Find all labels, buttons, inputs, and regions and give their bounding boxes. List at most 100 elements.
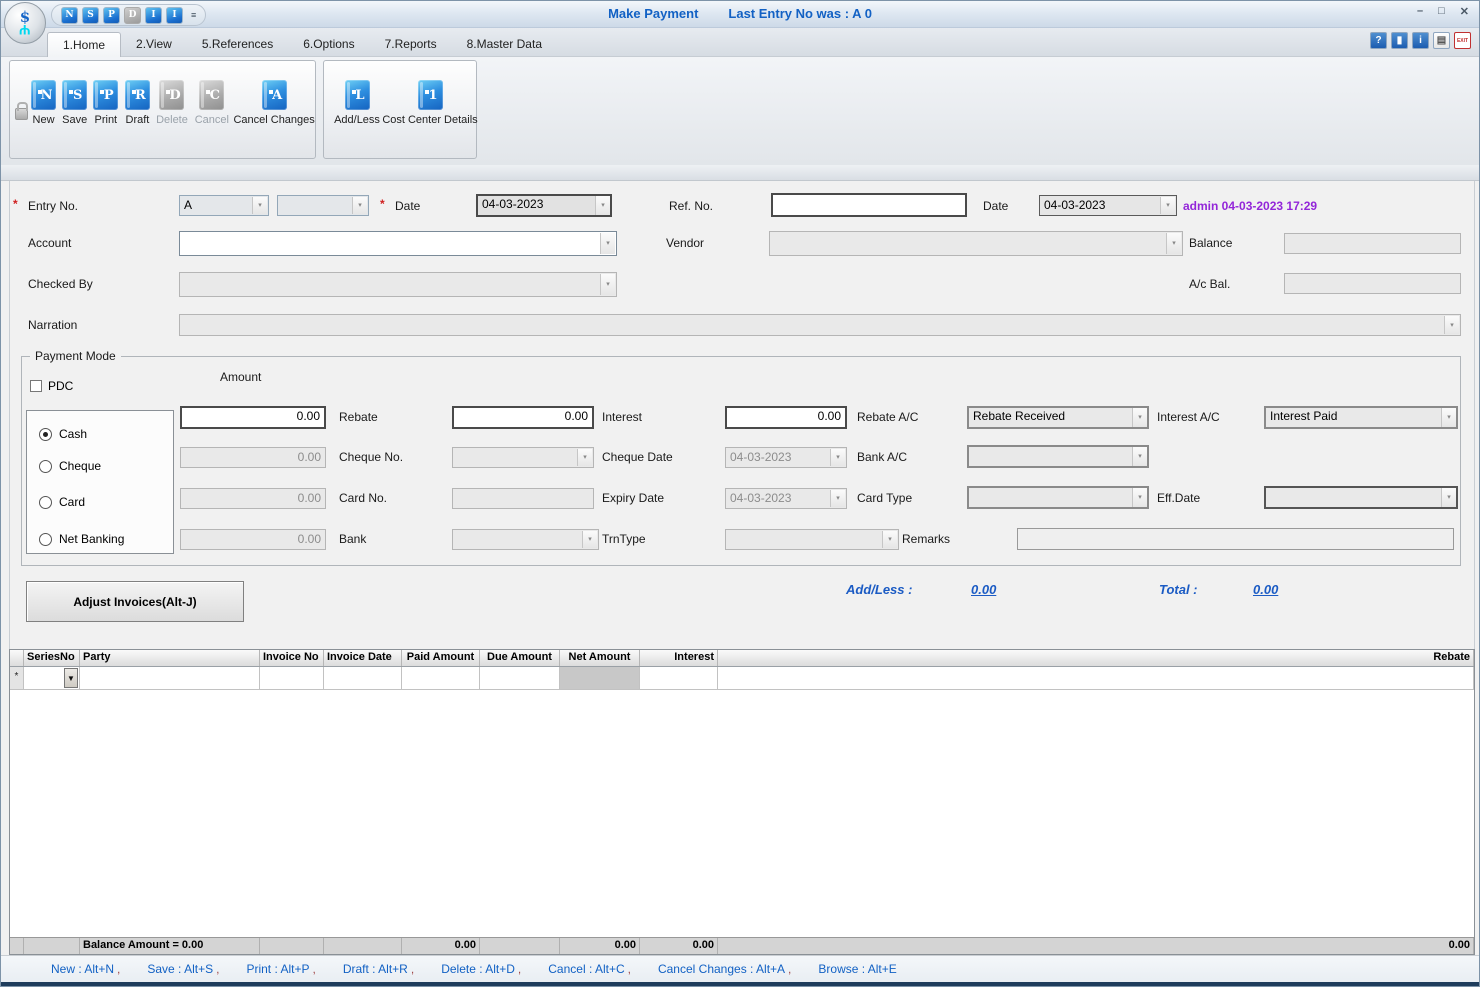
invoice-date-cell[interactable] — [324, 667, 402, 689]
close-button[interactable]: ✕ — [1460, 5, 1469, 18]
entry-series-combo[interactable]: A▾ — [179, 195, 269, 216]
cheque-date-combo: 04-03-2023▾ — [725, 447, 847, 468]
shortcut-cancel-changes: Cancel Changes : Alt+A, — [658, 962, 791, 976]
entry-no-label: Entry No. — [28, 199, 78, 213]
add-less-total-value[interactable]: 0.00 — [971, 582, 996, 597]
interest-input[interactable]: 0.00 — [725, 406, 847, 429]
last-entry-text: Last Entry No was : A 0 — [728, 6, 872, 21]
cancel-button[interactable]: C Cancel — [190, 80, 233, 126]
chevron-down-icon: ▾ — [1132, 447, 1147, 466]
chevron-down-icon: ▾ — [1441, 408, 1456, 427]
new-row-marker: * — [10, 667, 24, 689]
total-value[interactable]: 0.00 — [1253, 582, 1278, 597]
ref-no-input[interactable] — [771, 193, 967, 217]
minimize-button[interactable]: – — [1417, 5, 1423, 18]
about-icon[interactable]: ▮ — [1391, 32, 1408, 49]
interest-ac-combo[interactable]: Interest Paid▾ — [1264, 406, 1458, 429]
save-button[interactable]: S Save — [59, 80, 90, 126]
cheque-no-combo: ▾ — [452, 447, 594, 468]
account-label: Account — [28, 236, 71, 250]
net-amount-cell — [560, 667, 640, 689]
shortcut-delete: Delete : Alt+D, — [441, 962, 521, 976]
total-label: Total : — [1159, 582, 1198, 597]
cheque-radio[interactable]: Cheque — [39, 459, 101, 473]
cheque-no-label: Cheque No. — [339, 450, 403, 464]
chevron-down-icon: ▾ — [600, 274, 615, 295]
summary-net-amount: 0.00 — [560, 938, 640, 954]
date-combo[interactable]: 04-03-2023▾ — [476, 194, 612, 217]
bank-label: Bank — [339, 532, 366, 546]
invoice-grid: SeriesNo Party Invoice No Invoice Date P… — [9, 649, 1475, 955]
party-cell[interactable] — [80, 667, 260, 689]
ribbon-group-extras: L Add/Less 1 Cost Center Details — [323, 60, 477, 159]
app-window: N S P D I I ≡ Make Payment Last Entry No… — [0, 0, 1480, 987]
rebate-cell[interactable] — [718, 667, 1474, 689]
grid-summary-row: Balance Amount = 0.00 0.00 0.00 0.00 0.0… — [10, 937, 1474, 954]
eff-date-combo[interactable]: ▾ — [1264, 486, 1458, 509]
adjust-invoices-button[interactable]: Adjust Invoices(Alt-J) — [26, 581, 244, 622]
card-radio[interactable]: Card — [39, 495, 85, 509]
entry-number-combo[interactable]: ▾ — [277, 195, 369, 216]
rebate-input[interactable]: 0.00 — [452, 406, 594, 429]
remarks-input[interactable] — [1017, 528, 1454, 550]
cell-dropdown-icon[interactable]: ▼ — [64, 668, 78, 688]
cash-radio[interactable]: Cash — [39, 427, 87, 441]
interest-cell[interactable] — [640, 667, 718, 689]
tab-reports[interactable]: 7.Reports — [370, 32, 452, 57]
pdc-label: PDC — [48, 379, 73, 393]
cash-amount-input[interactable]: 0.00 — [180, 406, 326, 429]
vendor-combo[interactable]: ▾ — [769, 231, 1183, 256]
pdc-checkbox[interactable] — [30, 380, 42, 392]
card-no-input — [452, 488, 594, 509]
maximize-button[interactable]: □ — [1438, 5, 1445, 18]
help-icon[interactable]: ? — [1370, 32, 1387, 49]
draft-button[interactable]: R Draft — [121, 80, 153, 126]
rebate-ac-combo[interactable]: Rebate Received▾ — [967, 406, 1149, 429]
card-type-label: Card Type — [857, 491, 912, 505]
summary-interest: 0.00 — [640, 938, 718, 954]
col-party: Party — [80, 650, 260, 666]
netbanking-radio[interactable]: Net Banking — [39, 532, 124, 546]
invoice-no-cell[interactable] — [260, 667, 324, 689]
info-icon[interactable]: i — [1412, 32, 1429, 49]
chevron-down-icon: ▾ — [1166, 233, 1181, 254]
tab-view[interactable]: 2.View — [121, 32, 187, 57]
tab-home[interactable]: 1.Home — [47, 32, 121, 57]
ref-date-combo[interactable]: 04-03-2023▾ — [1039, 195, 1177, 216]
date-label: Date — [395, 199, 420, 213]
pdc-checkbox-row[interactable]: PDC — [30, 379, 73, 393]
tab-options[interactable]: 6.Options — [288, 32, 369, 57]
add-less-button[interactable]: L Add/Less — [330, 80, 384, 126]
cancel-changes-button[interactable]: A Cancel Changes — [233, 80, 315, 126]
vendor-label: Vendor — [666, 236, 704, 250]
exit-icon[interactable]: EXIT — [1454, 32, 1471, 49]
wing-icon: Ψ — [19, 24, 30, 35]
cost-center-details-button[interactable]: 1 Cost Center Details — [384, 80, 476, 126]
card-amount-input: 0.00 — [180, 488, 326, 509]
bank-combo: ▾ — [452, 529, 599, 550]
ribbon-group-main: N New S Save P Print R Draft D Delete — [9, 60, 316, 159]
seriesno-cell[interactable]: ▼ — [24, 667, 80, 689]
lock-button[interactable] — [10, 80, 28, 120]
account-combo[interactable]: ▾ — [179, 231, 617, 256]
tab-master-data[interactable]: 8.Master Data — [452, 32, 557, 57]
narration-label: Narration — [28, 318, 77, 332]
narration-combo[interactable]: ▾ — [179, 314, 1461, 336]
tab-references[interactable]: 5.References — [187, 32, 288, 57]
col-selector — [10, 650, 24, 666]
radio-icon — [39, 428, 52, 441]
print-button[interactable]: P Print — [90, 80, 121, 126]
delete-button[interactable]: D Delete — [153, 80, 190, 126]
col-due-amount: Due Amount — [480, 650, 560, 666]
cheque-amount-input: 0.00 — [180, 447, 326, 468]
checked-by-combo[interactable]: ▾ — [179, 272, 617, 297]
chevron-down-icon: ▾ — [600, 233, 615, 254]
app-logo: $ Ψ — [4, 2, 46, 44]
paid-amount-cell[interactable] — [402, 667, 480, 689]
notes-icon[interactable]: ▤ — [1433, 32, 1450, 49]
netbanking-amount-input: 0.00 — [180, 529, 326, 550]
ac-bal-label: A/c Bal. — [1189, 277, 1230, 291]
bank-ac-combo: ▾ — [967, 445, 1149, 468]
due-amount-cell[interactable] — [480, 667, 560, 689]
new-button[interactable]: N New — [28, 80, 59, 126]
